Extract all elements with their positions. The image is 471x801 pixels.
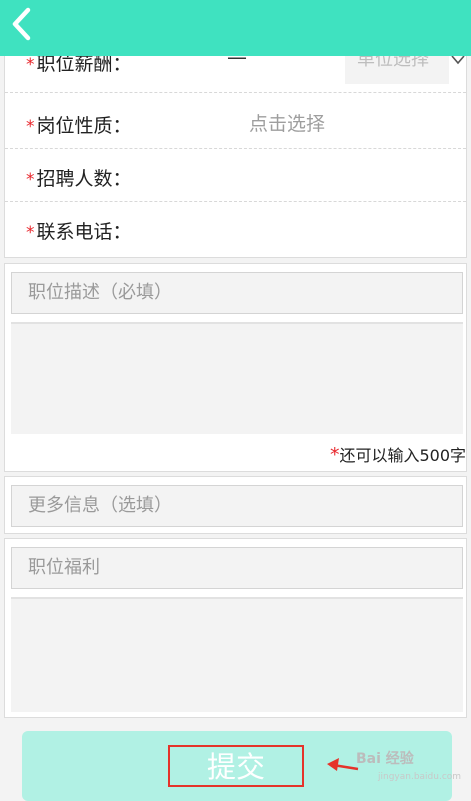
headcount-row[interactable]: * 招聘人数： xyxy=(5,150,466,202)
salary-label-text: 职位薪酬： xyxy=(36,53,132,75)
description-textarea[interactable] xyxy=(11,322,463,434)
top-bar xyxy=(0,0,471,56)
required-mark: * xyxy=(26,223,35,243)
watermark-logo: Bai 经验 xyxy=(356,751,414,767)
headcount-label-text: 招聘人数： xyxy=(36,168,132,190)
phone-label-text: 联系电话： xyxy=(36,221,132,243)
more-info-field[interactable]: 更多信息（选填） xyxy=(11,485,463,527)
watermark-url: jingyan.baidu.com xyxy=(378,772,462,782)
more-info-panel: 更多信息（选填） xyxy=(4,476,467,534)
required-mark: * xyxy=(26,55,35,75)
red-arrow-icon xyxy=(327,758,359,771)
description-panel: 职位描述（必填） *还可以输入500字 xyxy=(4,263,467,472)
benefits-textarea[interactable] xyxy=(11,597,463,712)
benefits-title-field[interactable]: 职位福利 xyxy=(11,547,463,589)
job-nature-label: * 岗位性质： xyxy=(26,111,132,138)
headcount-label: * 招聘人数： xyxy=(26,164,132,191)
job-nature-label-text: 岗位性质： xyxy=(36,115,132,137)
chevron-down-icon xyxy=(451,55,465,65)
job-nature-row[interactable]: * 岗位性质： 点击选择 xyxy=(5,97,466,149)
char-counter-text: 还可以输入500字 xyxy=(339,446,466,465)
description-title-field[interactable]: 职位描述（必填） xyxy=(11,272,463,314)
chevron-left-icon xyxy=(12,7,31,41)
back-button[interactable] xyxy=(8,6,40,42)
job-nature-select[interactable]: 点击选择 xyxy=(249,109,325,136)
job-basic-info-form: * 职位薪酬： — 单位选择 * 岗位性质： 点击选择 * 招聘人数： * 联系电话： xyxy=(4,37,467,258)
phone-row[interactable]: * 联系电话： xyxy=(5,203,466,255)
char-counter: *还可以输入500字 xyxy=(330,442,466,466)
benefits-panel: 职位福利 xyxy=(4,538,467,718)
required-mark: * xyxy=(26,170,35,190)
submit-label: 提交 xyxy=(168,745,304,787)
required-mark: * xyxy=(26,117,35,137)
phone-label: * 联系电话： xyxy=(26,217,132,244)
